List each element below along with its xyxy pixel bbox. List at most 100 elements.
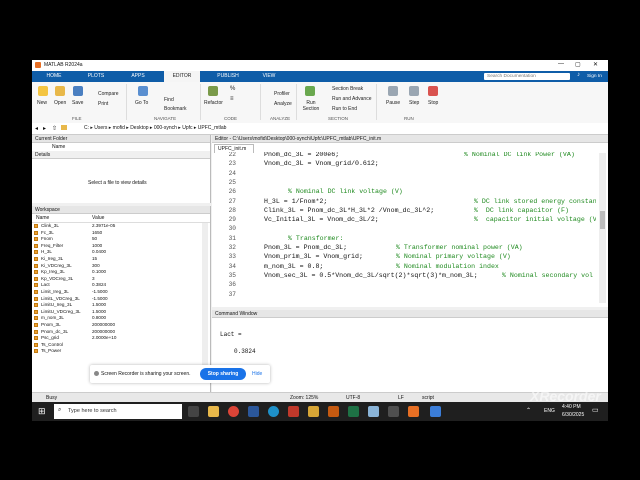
step-icon[interactable] [409, 86, 419, 96]
workspace-row[interactable]: LimitU_Ireg_3L 1.5000 [32, 302, 202, 308]
editor-scrollbar[interactable] [599, 153, 606, 303]
bell-icon[interactable]: ♪ [577, 72, 580, 78]
workspace-row[interactable]: LimitU_VDCreg_3L 1.5000 [32, 309, 202, 315]
windows-start-icon[interactable]: ⊞ [38, 406, 46, 417]
workspace-row[interactable]: Clink_3L 2.3971e-05 [32, 223, 202, 229]
code-area[interactable]: 22 Pnom_dc_3L = 200e6; % Nominal DC link P… [216, 152, 596, 304]
code-line[interactable]: 36 [216, 280, 596, 289]
forward-arrow-icon[interactable]: ▸ [43, 125, 46, 132]
refactor-icon[interactable] [208, 86, 218, 96]
workspace-row[interactable]: Pnom_dc_3L 200000000 [32, 329, 202, 335]
workspace-row[interactable]: LimitL_VDCreg_3L -1.5000 [32, 296, 202, 302]
section-break-button[interactable]: Section Break [332, 86, 363, 92]
find-button[interactable]: Find [164, 97, 174, 103]
workspace-row[interactable]: Fnom 50 [32, 236, 202, 242]
filetype-status[interactable]: script [422, 395, 434, 401]
code-line[interactable]: 33 Vnom_prim_3L = Vnom_grid; % Nominal pri… [216, 252, 596, 261]
workspace-row[interactable]: Pnom_3L 200000000 [32, 322, 202, 328]
workspace-row[interactable]: Ki_Ireg_3L 15 [32, 256, 202, 262]
workspace-name-header[interactable]: Name [36, 215, 49, 221]
workspace-row[interactable]: Limit_Ireg_3L -1.5000 [32, 289, 202, 295]
editor-scroll-thumb[interactable] [600, 211, 605, 229]
code-line[interactable]: 26 % Nominal DC link voltage (V) [216, 187, 596, 196]
browse-folder-icon[interactable] [61, 125, 67, 130]
tab-home[interactable]: HOME [40, 71, 68, 82]
language-indicator[interactable]: ENG [544, 408, 555, 414]
breadcrumb-item[interactable]: mofid [113, 125, 125, 131]
clock-date[interactable]: 6/30/2025 [562, 412, 584, 418]
minimize-button[interactable]: — [558, 61, 564, 67]
workspace-row[interactable]: m_nom_3L 0.8000 [32, 315, 202, 321]
workspace-row[interactable]: Psc_grid 2.0000e+10 [32, 335, 202, 341]
breadcrumb-item[interactable]: C: [84, 125, 89, 131]
excel-icon[interactable] [348, 406, 359, 417]
tab-apps[interactable]: APPS [124, 71, 152, 82]
matlab-taskbar-icon[interactable] [408, 406, 419, 417]
workspace-scrollbar[interactable] [202, 223, 208, 373]
workspace-row[interactable]: Kp_Ireg_3L 0.1000 [32, 269, 202, 275]
code-line[interactable]: 31 % Transformer: [216, 234, 596, 243]
code-line[interactable]: 35 Vnom_sec_3L = 0.5*Vnom_dc_3L/sqrt(2)*s… [216, 271, 596, 280]
maximize-button[interactable]: ▢ [575, 61, 581, 68]
code-line[interactable]: 30 [216, 224, 596, 233]
open-folder-icon[interactable] [55, 86, 65, 96]
profiler-button[interactable]: Profiler [274, 91, 290, 97]
breadcrumb-item[interactable]: Upfc [182, 125, 192, 131]
workspace-row[interactable]: Kp_VDCreg_3L 3 [32, 276, 202, 282]
code-line[interactable]: 28 Clink_3L = Pnom_dc_3L*H_3L*2 /Vnom_dc_… [216, 206, 596, 215]
code-line[interactable]: 37 [216, 290, 596, 299]
workspace-row[interactable]: Lact 0.3824 [32, 282, 202, 288]
workspace-row[interactable]: H_3L 0.0400 [32, 249, 202, 255]
stop-button[interactable]: Stop [428, 100, 438, 106]
search-documentation-input[interactable]: Search Documentation [484, 73, 570, 80]
workspace-row[interactable]: Fc_3L 1650 [32, 230, 202, 236]
code-line[interactable]: 24 [216, 169, 596, 178]
code-line[interactable]: 22 Pnom_dc_3L = 200e6; % Nominal DC link P… [216, 152, 596, 159]
breadcrumb-item[interactable]: Users [94, 125, 107, 131]
notepad-icon[interactable] [368, 406, 379, 417]
code-line[interactable]: 32 Pnom_3L = Pnom_dc_3L; % Transformer nom… [216, 243, 596, 252]
run-section-button[interactable]: Run Section [300, 100, 322, 112]
code-line[interactable]: 29 Vc_Initial_3L = Vnom_dc_3L/2; % capacit… [216, 215, 596, 224]
run-to-end-button[interactable]: Run to End [332, 106, 357, 112]
tab-publish[interactable]: PUBLISH [212, 71, 244, 82]
new-button[interactable]: New [37, 100, 47, 106]
task-view-icon[interactable] [188, 406, 199, 417]
workspace-row[interactable]: Ki_VDCreg_3L 300 [32, 263, 202, 269]
step-button[interactable]: Step [409, 100, 419, 106]
close-button[interactable]: ✕ [593, 61, 598, 68]
refactor-button[interactable]: Refactor [204, 100, 223, 106]
sign-in-link[interactable]: Sign In [587, 74, 602, 79]
notification-icon[interactable]: ▭ [592, 406, 599, 414]
zoom-status[interactable]: Zoom: 125% [290, 395, 318, 401]
tray-chevron-icon[interactable]: ⌃ [526, 407, 531, 414]
bookmark-button[interactable]: Bookmark [164, 106, 187, 112]
breadcrumb-item[interactable]: UPFC_mtlab [198, 125, 227, 131]
code-line[interactable]: 25 [216, 178, 596, 187]
new-icon[interactable] [38, 86, 48, 96]
run-section-icon[interactable] [305, 86, 315, 96]
pdf-icon[interactable] [288, 406, 299, 417]
back-arrow-icon[interactable]: ◂ [35, 125, 38, 132]
pause-icon[interactable] [388, 86, 398, 96]
pause-button[interactable]: Pause [386, 100, 400, 106]
analyze-button[interactable]: Analyze [274, 101, 292, 107]
folder-up-icon[interactable]: ⇧ [52, 125, 57, 132]
save-button[interactable]: Save [72, 100, 83, 106]
breadcrumb[interactable]: C: ▸ Users ▸ mofid ▸ Desktop ▸ 000-synch… [84, 125, 226, 131]
code-line[interactable]: 34 m_nom_3L = 0.8; % Nominal modulation in… [216, 262, 596, 271]
encoding-status[interactable]: UTF-8 [346, 395, 360, 401]
percent-icon[interactable]: % [230, 86, 235, 92]
edge-icon[interactable] [268, 406, 279, 417]
powerpoint-icon[interactable] [328, 406, 339, 417]
stop-icon[interactable] [428, 86, 438, 96]
workspace-row[interactable]: Ts_Power [32, 348, 202, 354]
save-icon[interactable] [73, 86, 83, 96]
print-button[interactable]: Print [98, 101, 108, 107]
goto-button[interactable]: Go To [135, 100, 148, 106]
workspace-value-header[interactable]: Value [92, 215, 104, 221]
tab-editor[interactable]: EDITOR [164, 71, 200, 82]
word-icon[interactable] [248, 406, 259, 417]
code-line[interactable]: 23 Vnom_dc_3L = Vnom_grid/0.612; [216, 159, 596, 168]
eol-status[interactable]: LF [398, 395, 404, 401]
